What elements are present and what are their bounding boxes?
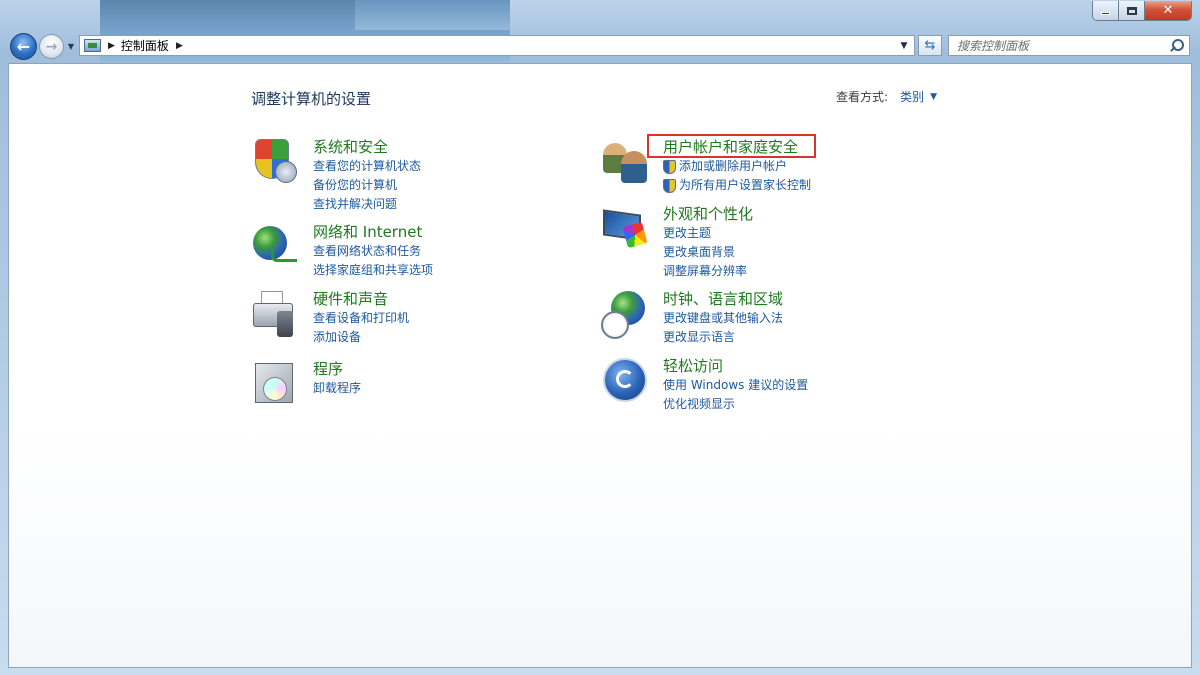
category-system-security: 系统和安全 查看您的计算机状态 备份您的计算机 查找并解决问题 [251,137,421,214]
minimize-button[interactable] [1093,1,1119,20]
close-button[interactable]: ✕ [1145,1,1191,20]
category-title-hardware[interactable]: 硬件和声音 [313,289,409,309]
category-network: 网络和 Internet 查看网络状态和任务 选择家庭组和共享选项 [251,222,433,280]
maximize-button[interactable] [1119,1,1145,20]
link-devices-printers[interactable]: 查看设备和打印机 [313,309,409,328]
category-programs: 程序 卸载程序 [251,359,361,411]
category-title-users[interactable]: 用户帐户和家庭安全 [663,137,811,157]
close-icon: ✕ [1162,3,1174,18]
security-shield-icon[interactable] [251,137,303,189]
chevron-down-icon: ▼ [900,40,908,51]
recent-pages-button[interactable]: ▼ [66,40,76,52]
category-title-ease[interactable]: 轻松访问 [663,356,808,376]
link-change-input[interactable]: 更改键盘或其他输入法 [663,309,783,328]
user-part [621,151,647,183]
clock-part [601,311,629,339]
category-appearance: 外观和个性化 更改主题 更改桌面背景 调整屏幕分辨率 [601,204,753,281]
search-icon[interactable] [1168,36,1186,55]
view-by-value[interactable]: 类别 [900,88,924,105]
disc-part [263,377,287,401]
refresh-button[interactable]: ⇆ [918,35,942,56]
access-arc-part [616,370,634,388]
link-change-display-language[interactable]: 更改显示语言 [663,328,783,347]
monitor-palette-icon[interactable] [601,204,653,256]
category-hardware-sound: 硬件和声音 查看设备和打印机 添加设备 [251,289,409,347]
clock-globe-icon[interactable] [601,289,653,341]
category-ease-of-access: 轻松访问 使用 Windows 建议的设置 优化视频显示 [601,356,808,414]
link-uninstall-program[interactable]: 卸载程序 [313,379,361,398]
forward-button[interactable]: → [39,34,64,59]
category-title-network[interactable]: 网络和 Internet [313,222,433,242]
view-by-dropdown[interactable]: 类别 ▼ [900,88,937,105]
printer-speaker-icon[interactable] [251,289,303,341]
breadcrumb-separator-icon[interactable]: ▶ [108,41,115,51]
minimize-icon [1101,12,1110,15]
content-pane: 调整计算机的设置 查看方式: 类别 ▼ 系统和安全 查看您的计算机状态 备份您的… [8,63,1192,668]
category-title-appearance[interactable]: 外观和个性化 [663,204,753,224]
ease-of-access-icon[interactable] [601,356,653,408]
link-optimize-display[interactable]: 优化视频显示 [663,395,808,414]
uac-shield-icon [663,178,676,193]
palette-part [622,221,648,249]
link-troubleshoot[interactable]: 查找并解决问题 [313,195,421,214]
breadcrumb-control-panel[interactable]: 控制面板 [121,37,169,54]
link-label: 为所有用户设置家长控制 [679,178,812,192]
dial-part [275,161,297,183]
category-title-system[interactable]: 系统和安全 [313,137,421,157]
chevron-down-icon: ▼ [67,41,75,51]
link-homegroup-sharing[interactable]: 选择家庭组和共享选项 [313,261,433,280]
programs-disc-icon[interactable] [251,359,303,411]
link-network-status[interactable]: 查看网络状态和任务 [313,242,433,261]
link-adjust-resolution[interactable]: 调整屏幕分辨率 [663,262,753,281]
caption-buttons: ✕ [1092,1,1192,21]
network-globe-icon[interactable] [251,222,303,274]
back-button[interactable]: ← [10,33,37,60]
link-windows-suggestions[interactable]: 使用 Windows 建议的设置 [663,376,808,395]
back-arrow-icon: ← [16,37,31,56]
refresh-icon: ⇆ [924,38,936,53]
aero-glass-background [355,0,510,30]
search-input[interactable] [949,36,1168,55]
breadcrumb-separator-icon[interactable]: ▶ [176,41,183,51]
link-add-device[interactable]: 添加设备 [313,328,409,347]
link-backup-computer[interactable]: 备份您的计算机 [313,176,421,195]
search-box[interactable] [948,35,1190,56]
link-change-background[interactable]: 更改桌面背景 [663,243,753,262]
link-change-theme[interactable]: 更改主题 [663,224,753,243]
speaker-part [277,311,293,337]
link-label: 添加或删除用户帐户 [679,159,788,173]
category-user-accounts: 用户帐户和家庭安全 添加或删除用户帐户 为所有用户设置家长控制 [601,137,811,195]
uac-shield-icon [663,159,676,174]
address-history-dropdown[interactable]: ▼ [897,38,911,53]
control-panel-icon [84,39,101,52]
link-view-computer-status[interactable]: 查看您的计算机状态 [313,157,421,176]
link-add-remove-accounts[interactable]: 添加或删除用户帐户 [663,157,811,176]
view-by-label: 查看方式: [836,90,889,104]
forward-arrow-icon: → [45,38,58,55]
maximize-icon [1126,6,1137,15]
category-clock-language: 时钟、语言和区域 更改键盘或其他输入法 更改显示语言 [601,289,783,347]
address-bar[interactable]: ▶ 控制面板 ▶ ▼ [79,35,915,56]
chevron-down-icon: ▼ [930,91,937,102]
page-title: 调整计算机的设置 [251,90,372,108]
cable-part [271,250,297,262]
link-parental-controls[interactable]: 为所有用户设置家长控制 [663,176,811,195]
category-title-clock[interactable]: 时钟、语言和区域 [663,289,783,309]
view-by: 查看方式: 类别 ▼ [836,88,937,105]
category-title-programs[interactable]: 程序 [313,359,361,379]
users-icon[interactable] [601,137,653,189]
